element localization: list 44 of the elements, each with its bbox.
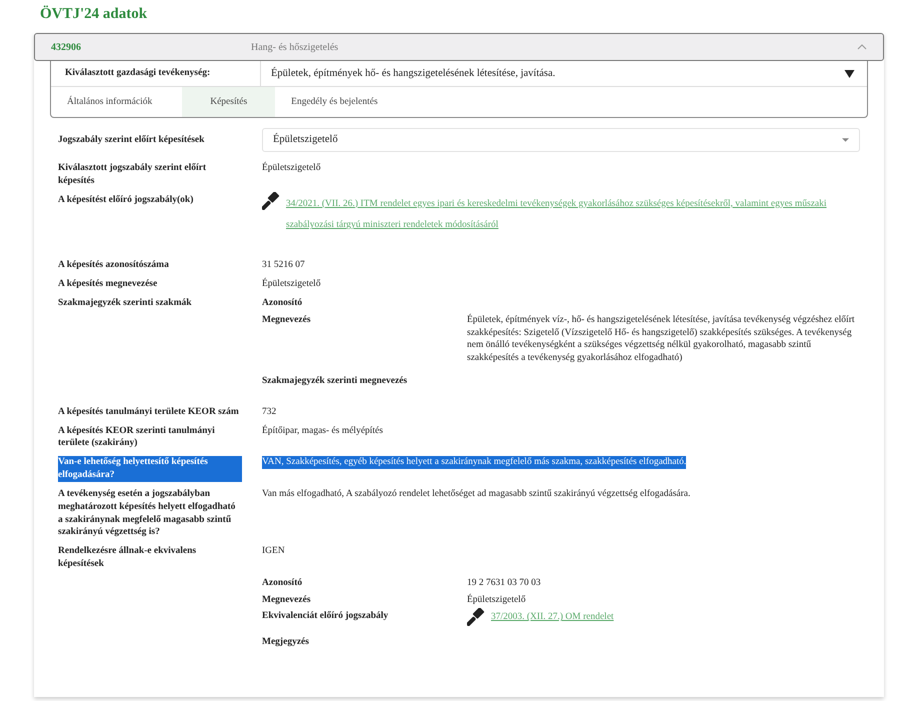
subfield-value: Épületek, építmények víz-, hő- és hangszigetelésének létesítése, javítása tevékenység végzéshez előírt szakképesítés: Szigetelő (Vízszigetelő Hő- és hangszigetelő) szakképesítés szükséges. A tevékenység nem önálló tevékenységként a szükséges végzettség nélkül gyakorolható, magasabb szintű szakképesítés a tevékenység gyakorlásához elfogadható): [467, 314, 854, 364]
subfield-label: Szakmajegyzék szerinti megnevezés: [262, 376, 408, 386]
subfield-label: Azonosító: [262, 578, 302, 588]
page-title: ÖVTJ'24 adatok: [40, 6, 148, 23]
field-label: Rendelkezésre állnak-e ekvivalens képesítések: [58, 546, 196, 569]
subfield-value: Épületszigetelő: [467, 594, 526, 605]
field-value: Épületszigetelő: [262, 163, 321, 173]
field-label: A képesítés azonosítószáma: [58, 260, 169, 270]
chevron-icon: [857, 44, 867, 50]
qualification-dropdown[interactable]: Épületszigetelő: [262, 128, 860, 152]
subfield-label: Azonosító: [262, 298, 302, 308]
field-label: Van-e lehetőség helyettesítő képesítés elfogadására?: [58, 456, 242, 482]
field-label: Kiválasztott jogszabály szerint előírt képesítés: [58, 163, 206, 186]
gavel-icon: [262, 192, 282, 210]
field-label: A képesítés KEOR szerinti tanulmányi területe (szakirány): [58, 426, 215, 448]
field-value: Épületszigetelő: [262, 279, 321, 290]
tab[interactable]: Képesítés: [182, 87, 276, 117]
tab[interactable]: Engedély és bejelentés: [275, 87, 408, 117]
field-value: IGEN: [262, 546, 285, 556]
field-label: A tevékenység esetén a jogszabályban meghatározott képesítés helyett elfogadható a szakiránynak megfelelő magasabb szintű szakirányú végzettség is?: [58, 488, 236, 538]
activity-code: 432906: [51, 42, 82, 52]
gavel-icon: [467, 608, 487, 626]
subfield-label: Ekvivalenciát előíró jogszabály: [262, 611, 388, 622]
field-value: Van más elfogadható, A szabályozó rendelet lehetőséget ad magasabb szintű szakirányú végzettség elfogadására.: [262, 488, 690, 499]
subfield-label: Megnevezés: [262, 314, 311, 325]
activity-label: Kiválasztott gazdasági tevékenység:: [51, 61, 261, 86]
subfield-label: Megnevezés: [262, 594, 311, 605]
field-value: 31 5216 07: [262, 260, 305, 270]
field-label: Jogszabály szerint előírt képesítések: [58, 135, 204, 145]
field-value: 732: [262, 406, 276, 417]
tab[interactable]: Általános információk: [51, 87, 182, 117]
field-label: A képesítés tanulmányi területe KEOR szám: [58, 406, 239, 417]
dropdown-arrow-icon: [842, 138, 849, 142]
activity-dropdown[interactable]: Épületek, építmények hő- és hangszigetelésének létesítése, javítása.: [261, 61, 867, 86]
field-label: Szakmajegyzék szerinti szakmák: [58, 298, 192, 308]
dropdown-arrow-icon: [844, 70, 855, 78]
accordion-header[interactable]: 432906 Hang- és hőszigetelés: [34, 33, 884, 61]
field-value: Építőipar, magas- és mélyépítés: [262, 426, 383, 436]
subfield-label: Megjegyzés: [262, 637, 309, 648]
field-label: A képesítést előíró jogszabály(ok): [58, 194, 194, 205]
field-label: A képesítés megnevezése: [58, 279, 158, 290]
activity-name: Hang- és hőszigetelés: [251, 42, 340, 52]
subfield-value: 19 2 7631 03 70 03: [467, 578, 541, 588]
field-value: VAN, Szakképesítés, egyéb képesítés helyett a szakiránynak megfelelő más szakma, szakképesítés elfogadható.: [262, 456, 686, 470]
